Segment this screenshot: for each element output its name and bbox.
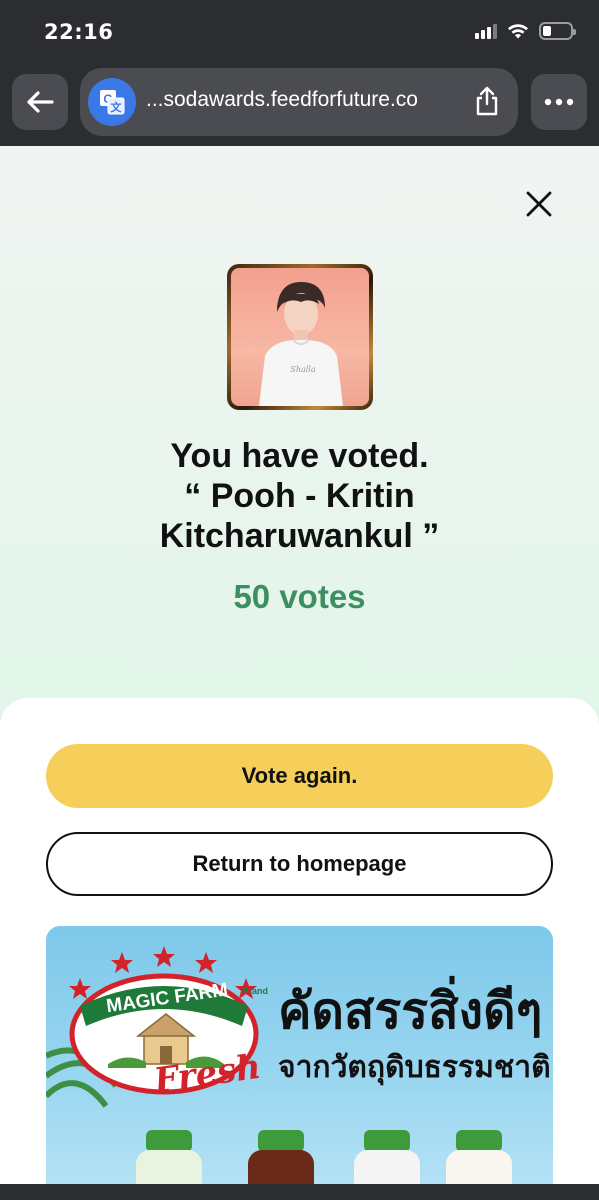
wifi-icon: [508, 23, 528, 38]
brand-sub: Brand: [242, 986, 269, 996]
close-icon[interactable]: [523, 188, 555, 220]
battery-icon: [539, 22, 576, 40]
share-icon[interactable]: [474, 86, 500, 116]
ad-subline: จากวัตถุดิบธรรมชาติ: [278, 1050, 551, 1085]
vote-again-button[interactable]: Vote again.: [46, 744, 553, 808]
cellular-signal-icon: [475, 23, 497, 39]
message-line-1: You have voted.: [170, 437, 429, 475]
status-bar: 22:16: [0, 0, 599, 62]
status-time: 22:16: [44, 20, 114, 44]
back-arrow-icon: [27, 91, 54, 113]
back-button[interactable]: [12, 74, 68, 130]
google-translate-icon[interactable]: G 文: [88, 78, 136, 126]
more-button[interactable]: [531, 74, 587, 130]
nominee-name-line-2: Kitcharuwankul ”: [159, 517, 440, 555]
vote-count: 50 votes: [233, 578, 366, 615]
ad-headline: คัดสรรสิ่งดีๆ: [278, 982, 543, 1040]
status-icons: [475, 22, 576, 40]
address-bar[interactable]: G 文 ...sodawards.feedforfuture.co: [80, 68, 518, 136]
sponsor-banner[interactable]: MAGIC FARM Brand Fresh คัดสรรสิ่งดีๆ จาก…: [46, 926, 553, 1200]
vote-confirmation-message: You have voted. “ Pooh - Kritin Kitcharu…: [0, 436, 599, 556]
return-homepage-button[interactable]: Return to homepage: [46, 832, 553, 896]
nominee-name-line-1: “ Pooh - Kritin: [184, 477, 415, 515]
svg-text:Shalla: Shalla: [290, 365, 316, 374]
bottom-edge: [0, 1184, 599, 1200]
svg-text:文: 文: [111, 100, 123, 114]
more-dots-icon: [544, 98, 574, 106]
nominee-photo: Shalla: [227, 264, 373, 410]
vote-result-page: Shalla You have voted. “ Pooh - Kritin K…: [0, 146, 599, 1200]
url-text: ...sodawards.feedforfuture.co: [146, 88, 418, 111]
action-card: Vote again. Return to homepage MAGIC FAR…: [0, 698, 599, 1200]
browser-toolbar: G 文 ...sodawards.feedforfuture.co: [0, 62, 599, 146]
